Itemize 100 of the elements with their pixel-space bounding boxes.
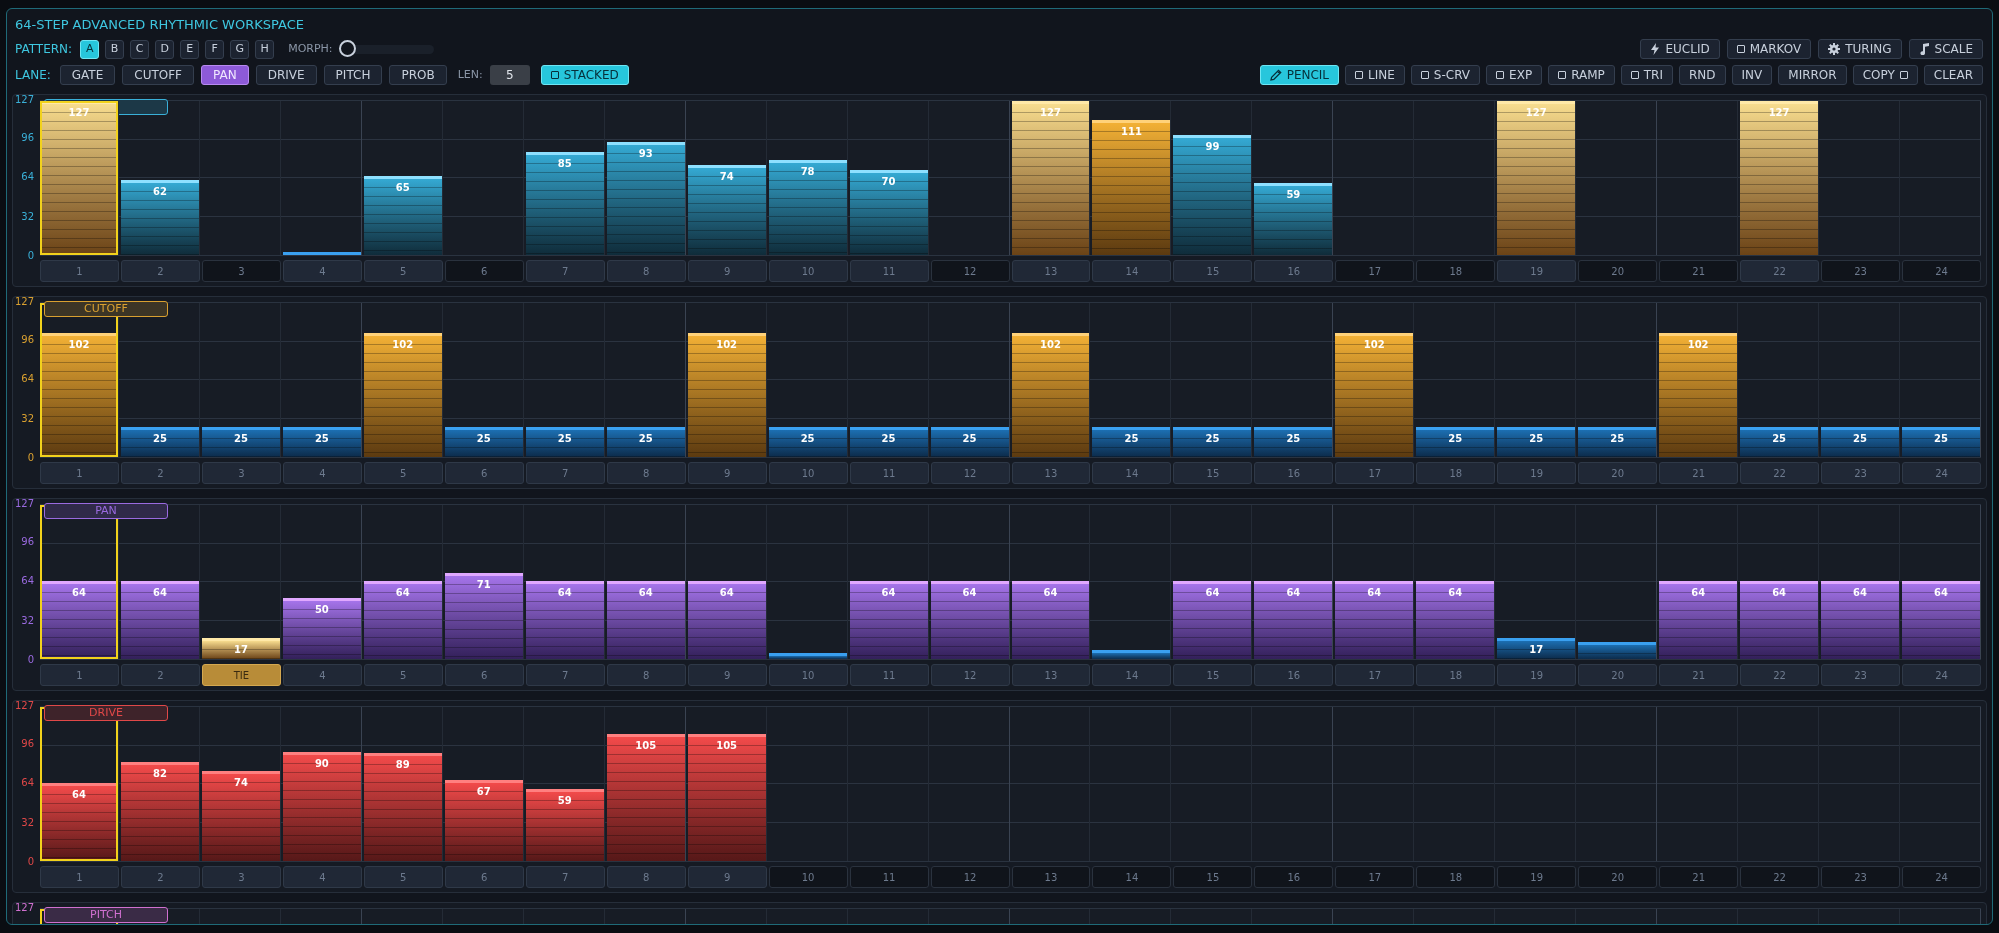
step-bar[interactable] <box>1416 426 1495 457</box>
step-bar[interactable] <box>1092 649 1171 659</box>
generator-button[interactable]: MARKOV <box>1726 39 1812 59</box>
step-bar[interactable] <box>849 581 928 659</box>
step-button[interactable]: 21 <box>1659 260 1739 282</box>
step-bar[interactable] <box>120 426 199 457</box>
step-bar[interactable] <box>1578 426 1657 457</box>
step-button[interactable]: 15 <box>1173 664 1253 686</box>
step-button[interactable]: 10 <box>768 260 848 282</box>
step-bar[interactable] <box>444 779 523 861</box>
step-bar[interactable] <box>40 581 118 659</box>
step-bar[interactable] <box>525 426 604 457</box>
step-bar[interactable] <box>687 733 766 861</box>
step-button[interactable]: 16 <box>1254 866 1334 888</box>
step-bar[interactable] <box>201 426 280 457</box>
step-button[interactable]: 7 <box>525 866 605 888</box>
step-button[interactable]: 19 <box>1497 462 1577 484</box>
step-button[interactable]: 13 <box>1011 260 1091 282</box>
step-bar[interactable] <box>768 426 847 457</box>
step-bar[interactable] <box>1740 426 1819 457</box>
step-bar[interactable] <box>606 426 685 457</box>
step-button[interactable]: 5 <box>363 664 443 686</box>
step-bar[interactable] <box>525 152 604 255</box>
step-button[interactable]: 7 <box>525 664 605 686</box>
step-button[interactable]: 12 <box>930 866 1010 888</box>
step-bar[interactable] <box>363 753 442 861</box>
step-button[interactable]: 17 <box>1335 664 1415 686</box>
step-button[interactable]: 20 <box>1578 664 1658 686</box>
step-button[interactable]: 12 <box>930 462 1010 484</box>
generator-button[interactable]: TURING <box>1818 39 1902 59</box>
step-button[interactable]: 16 <box>1254 462 1334 484</box>
step-button[interactable]: 6 <box>444 462 524 484</box>
step-button[interactable]: 6 <box>444 260 524 282</box>
tool-button[interactable]: COPY <box>1852 65 1918 85</box>
step-button[interactable]: 21 <box>1659 462 1739 484</box>
step-bar[interactable] <box>768 652 847 659</box>
step-bar[interactable] <box>363 176 442 255</box>
pattern-button[interactable]: A <box>80 39 100 59</box>
step-bar[interactable] <box>606 142 685 255</box>
step-button[interactable]: 10 <box>768 866 848 888</box>
step-button[interactable]: 3 <box>201 260 281 282</box>
step-button[interactable]: 19 <box>1497 866 1577 888</box>
step-button[interactable]: 11 <box>849 260 929 282</box>
step-bar[interactable] <box>768 160 847 255</box>
step-button[interactable]: 8 <box>606 260 686 282</box>
step-bar[interactable] <box>282 251 361 255</box>
tool-button[interactable]: RAMP <box>1548 65 1615 85</box>
generator-button[interactable]: SCALE <box>1908 39 1983 59</box>
step-button[interactable]: 9 <box>687 462 767 484</box>
step-bar[interactable] <box>1659 581 1738 659</box>
generator-button[interactable]: EUCLID <box>1640 39 1720 59</box>
tool-button[interactable]: LINE <box>1345 65 1405 85</box>
lane-tab[interactable]: GATE <box>59 65 116 85</box>
step-button[interactable]: 1 <box>40 462 119 484</box>
step-button[interactable]: 10 <box>768 462 848 484</box>
step-button[interactable]: 21 <box>1659 664 1739 686</box>
step-bar[interactable] <box>120 581 199 659</box>
tool-button[interactable]: RND <box>1679 65 1726 85</box>
step-button[interactable]: 3 <box>201 462 281 484</box>
step-button[interactable]: 23 <box>1821 260 1901 282</box>
step-bar[interactable] <box>1335 581 1414 659</box>
step-button[interactable]: 14 <box>1092 866 1172 888</box>
tool-button[interactable]: MIRROR <box>1778 65 1847 85</box>
lane-tab[interactable]: PITCH <box>323 65 383 85</box>
length-field[interactable]: 5 <box>489 65 530 85</box>
step-button[interactable]: 1 <box>40 664 119 686</box>
step-bar[interactable] <box>1011 581 1090 659</box>
lane-tab[interactable]: DRIVE <box>255 65 317 85</box>
step-button[interactable]: 3 <box>201 866 281 888</box>
step-button[interactable]: 5 <box>363 260 443 282</box>
step-bar[interactable] <box>1254 426 1333 457</box>
step-button[interactable]: 2 <box>120 866 200 888</box>
tool-button[interactable]: S-CRV <box>1410 65 1481 85</box>
step-button[interactable]: 6 <box>444 866 524 888</box>
tool-button[interactable]: PENCIL <box>1259 65 1340 85</box>
step-bar[interactable] <box>282 598 361 659</box>
step-button[interactable]: 6 <box>444 664 524 686</box>
step-bar[interactable] <box>1173 134 1252 255</box>
step-button[interactable]: 24 <box>1902 260 1981 282</box>
step-button[interactable]: 23 <box>1821 462 1901 484</box>
step-button[interactable]: 20 <box>1578 866 1658 888</box>
step-button[interactable]: 24 <box>1902 664 1981 686</box>
step-button[interactable]: 12 <box>930 664 1010 686</box>
step-button[interactable]: 4 <box>282 664 362 686</box>
step-button[interactable]: 5 <box>363 866 443 888</box>
step-button[interactable]: 19 <box>1497 664 1577 686</box>
step-button[interactable]: 11 <box>849 866 929 888</box>
pattern-button[interactable]: C <box>130 39 150 59</box>
step-bar[interactable] <box>1902 581 1980 659</box>
step-button[interactable]: 16 <box>1254 260 1334 282</box>
tool-button[interactable]: EXP <box>1486 65 1543 85</box>
step-bar[interactable] <box>444 426 523 457</box>
step-bar[interactable] <box>606 581 685 659</box>
step-button[interactable]: 16 <box>1254 664 1334 686</box>
step-button[interactable]: 4 <box>282 866 362 888</box>
step-button[interactable]: 9 <box>687 664 767 686</box>
stacked-toggle[interactable]: STACKED <box>540 65 629 85</box>
step-bar[interactable] <box>849 170 928 255</box>
step-button[interactable]: 7 <box>525 462 605 484</box>
step-button[interactable]: 22 <box>1740 260 1820 282</box>
